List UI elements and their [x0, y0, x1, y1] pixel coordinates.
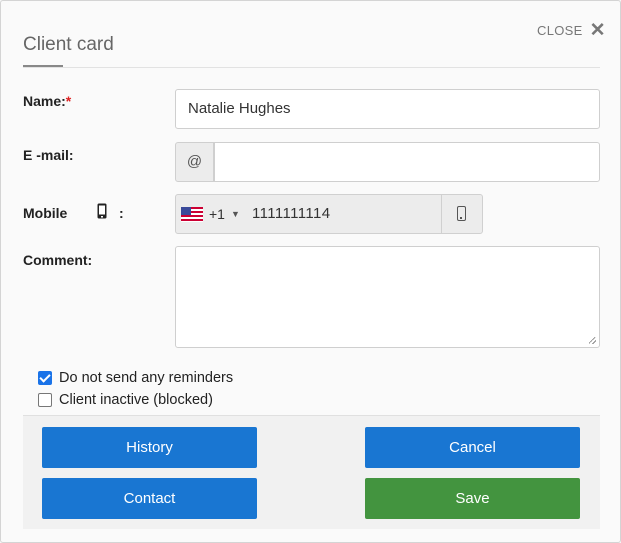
mobile-input-group: +1 ▼ 1111111114	[175, 194, 483, 234]
dial-code: +1	[209, 206, 225, 222]
mobile-input[interactable]: 1111111114	[246, 195, 446, 233]
mobile-label: Mobile	[23, 205, 68, 221]
close-label: CLOSE	[537, 23, 583, 38]
no-reminders-checkbox[interactable]	[38, 371, 52, 385]
mobile-phone-icon	[97, 203, 107, 219]
client-inactive-option[interactable]: Client inactive (blocked)	[38, 392, 213, 408]
email-at-addon: @	[175, 142, 214, 182]
client-inactive-label: Client inactive (blocked)	[59, 392, 213, 408]
comment-label: Comment:	[23, 252, 93, 268]
name-label: Name:	[23, 93, 66, 109]
dialog-title: Client card	[23, 34, 114, 55]
no-reminders-label: Do not send any reminders	[59, 370, 234, 386]
save-button[interactable]: Save	[365, 478, 580, 519]
mobile-action-button[interactable]	[441, 195, 482, 233]
close-button[interactable]: CLOSE ✕	[537, 21, 606, 40]
mobile-phone-icon	[457, 206, 466, 221]
mobile-colon: :	[119, 205, 124, 221]
resize-handle-icon[interactable]	[589, 337, 596, 344]
no-reminders-option[interactable]: Do not send any reminders	[38, 370, 233, 386]
client-card-dialog: Client card CLOSE ✕ Name:* Natalie Hughe…	[0, 0, 621, 543]
title-divider	[23, 67, 600, 68]
comment-textarea[interactable]	[175, 246, 600, 348]
client-inactive-checkbox[interactable]	[38, 393, 52, 407]
chevron-down-icon: ▼	[230, 209, 240, 219]
cancel-button[interactable]: Cancel	[365, 427, 580, 468]
country-code-selector[interactable]: +1 ▼	[181, 206, 240, 222]
name-label-wrap: Name:*	[23, 93, 71, 109]
close-icon: ✕	[589, 20, 606, 41]
contact-button[interactable]: Contact	[42, 478, 257, 519]
us-flag-icon	[181, 206, 203, 222]
name-input[interactable]: Natalie Hughes	[175, 89, 600, 129]
required-mark: *	[65, 93, 72, 109]
history-button[interactable]: History	[42, 427, 257, 468]
email-input[interactable]	[214, 142, 600, 182]
dialog-footer: History Cancel Contact Save	[23, 415, 600, 529]
email-label: E -mail:	[23, 147, 74, 163]
